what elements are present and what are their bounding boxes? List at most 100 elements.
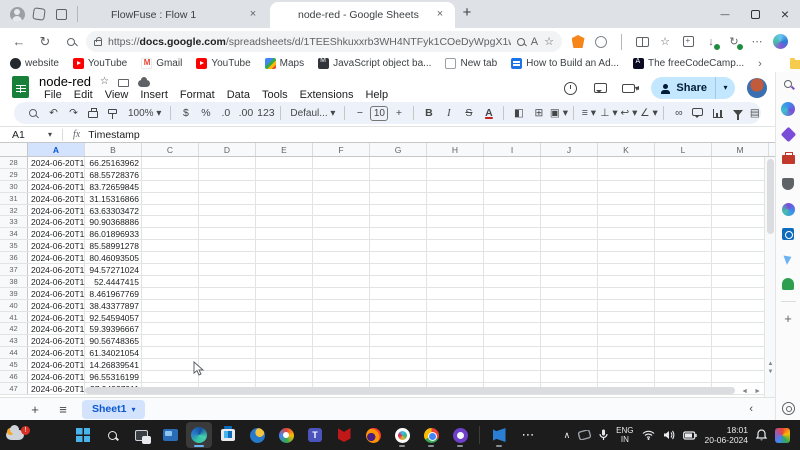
empty-cells[interactable]: [142, 216, 775, 227]
scroll-left-icon[interactable]: ◄: [741, 388, 748, 395]
star-icon[interactable]: ☆: [100, 76, 109, 87]
cell-value[interactable]: 90.56748365: [85, 335, 142, 346]
copilot-browser-icon[interactable]: [772, 34, 788, 50]
toolbar-search-icon[interactable]: [24, 104, 43, 122]
column-header[interactable]: J: [541, 143, 598, 156]
mcafee-icon[interactable]: [331, 422, 357, 448]
edge-icon[interactable]: [186, 422, 212, 448]
language-indicator[interactable]: ENG IN: [616, 426, 633, 444]
collections-icon[interactable]: [680, 34, 696, 50]
tab-actions-icon[interactable]: [50, 3, 72, 25]
cell-timestamp[interactable]: 2024-06-20T12:2: [28, 205, 85, 216]
zoom-select[interactable]: 100% ▾: [124, 104, 165, 122]
empty-cells[interactable]: [142, 252, 775, 263]
clock[interactable]: 18:01 20-06-2024: [705, 425, 748, 445]
cell-timestamp[interactable]: 2024-06-20T12:2: [28, 335, 85, 346]
firefox-icon[interactable]: [360, 422, 386, 448]
row-header[interactable]: 46: [0, 371, 28, 382]
cell-timestamp[interactable]: 2024-06-20T12:2: [28, 252, 85, 263]
wifi-icon[interactable]: [642, 430, 655, 440]
row-header[interactable]: 34: [0, 228, 28, 239]
empty-cells[interactable]: [142, 276, 775, 287]
metamask-icon[interactable]: [570, 34, 586, 50]
meet-icon[interactable]: [273, 422, 299, 448]
minimize-icon[interactable]: [710, 0, 740, 28]
cell-timestamp[interactable]: 2024-06-20T12:2: [28, 169, 85, 180]
row-header[interactable]: 35: [0, 240, 28, 251]
hidden-icons-chevron[interactable]: ∧: [564, 430, 571, 441]
grow-icon[interactable]: [780, 276, 796, 292]
column-header[interactable]: A: [28, 143, 85, 156]
row-header[interactable]: 40: [0, 300, 28, 311]
tab-close-icon[interactable]: [246, 8, 260, 22]
start-button[interactable]: [70, 422, 96, 448]
split-screen-icon[interactable]: [634, 34, 650, 50]
column-header[interactable]: F: [313, 143, 370, 156]
cell-timestamp[interactable]: 2024-06-20T12:2: [28, 300, 85, 311]
sidebar-add-icon[interactable]: +: [784, 311, 792, 326]
document-title[interactable]: node-red: [39, 74, 91, 89]
notifications-bell-icon[interactable]: [756, 429, 767, 441]
bookmarks-overflow-icon[interactable]: ›: [758, 58, 762, 70]
column-header[interactable]: C: [142, 143, 199, 156]
microsoft-365-icon[interactable]: [780, 201, 796, 217]
url-bar[interactable]: https://docs.google.com/spreadsheets/d/1…: [86, 31, 562, 52]
font-size-input[interactable]: 10: [370, 106, 388, 121]
font-select[interactable]: Defaul... ▾: [286, 104, 339, 122]
decrease-decimal-icon[interactable]: .0: [216, 104, 235, 122]
sidebar-settings-icon[interactable]: [780, 400, 796, 416]
add-sheet-icon[interactable]: +: [26, 400, 44, 418]
touchpad-icon[interactable]: [578, 430, 591, 440]
row-header[interactable]: 44: [0, 347, 28, 358]
empty-cells[interactable]: [142, 157, 775, 168]
select-all-corner[interactable]: [0, 143, 28, 156]
print-icon[interactable]: [84, 104, 103, 122]
bookmark-youtube-2[interactable]: YouTube: [196, 58, 250, 69]
taskbar-search-icon[interactable]: [99, 422, 125, 448]
cell-value[interactable]: 14.26839541: [85, 359, 142, 370]
name-box[interactable]: A1 ▾: [0, 129, 58, 141]
bookmark-gmail[interactable]: Gmail: [141, 58, 182, 69]
cell-value[interactable]: 80.46093505: [85, 252, 142, 263]
column-header[interactable]: M: [712, 143, 769, 156]
row-header[interactable]: 36: [0, 252, 28, 263]
cell-value[interactable]: 66.25163962: [85, 157, 142, 168]
cell-timestamp[interactable]: 2024-06-20T12:2: [28, 288, 85, 299]
cell-timestamp[interactable]: 2024-06-20T12:2: [28, 228, 85, 239]
sheet-tab-dropdown-icon[interactable]: ▾: [131, 405, 135, 414]
bold-icon[interactable]: B: [419, 104, 438, 122]
taskbar-more-icon[interactable]: [515, 422, 541, 448]
merge-cells-icon[interactable]: ▣ ▾: [549, 104, 568, 122]
borders-icon[interactable]: ⊞: [529, 104, 548, 122]
drop-icon[interactable]: [780, 251, 796, 267]
column-header[interactable]: K: [598, 143, 655, 156]
formula-input[interactable]: Timestamp: [88, 129, 140, 141]
empty-cells[interactable]: [142, 359, 775, 370]
empty-cells[interactable]: [142, 181, 775, 192]
bookmark-javascript[interactable]: JavaScript object ba...: [318, 58, 431, 69]
browser-essentials-icon[interactable]: ↻: [726, 34, 742, 50]
row-header[interactable]: 45: [0, 359, 28, 370]
cloud-status-icon[interactable]: [138, 80, 150, 87]
zoom-out-icon[interactable]: [517, 38, 525, 46]
column-header[interactable]: E: [256, 143, 313, 156]
fill-color-icon[interactable]: ◧: [509, 104, 528, 122]
profile-avatar-icon[interactable]: [6, 3, 28, 25]
tab-flowfuse[interactable]: FlowFuse : Flow 1: [83, 2, 268, 28]
strikethrough-icon[interactable]: S: [459, 104, 478, 122]
cell-timestamp[interactable]: 2024-06-20T12:2: [28, 312, 85, 323]
scroll-right-icon[interactable]: ►: [754, 388, 761, 395]
tools-icon[interactable]: [780, 151, 796, 167]
column-header[interactable]: H: [427, 143, 484, 156]
vertical-scrollbar[interactable]: ▲ ▼: [764, 157, 775, 397]
share-dropdown-icon[interactable]: ▾: [715, 77, 735, 99]
format-percent-icon[interactable]: %: [196, 104, 215, 122]
share-button[interactable]: Share ▾: [651, 77, 735, 99]
italic-icon[interactable]: I: [439, 104, 458, 122]
cell-value[interactable]: 8.461967769: [85, 288, 142, 299]
empty-cells[interactable]: [142, 323, 775, 334]
cell-value[interactable]: 52.4447415: [85, 276, 142, 287]
cell-value[interactable]: 63.63303472: [85, 205, 142, 216]
empty-cells[interactable]: [142, 193, 775, 204]
create-filter-icon[interactable]: [729, 104, 748, 122]
